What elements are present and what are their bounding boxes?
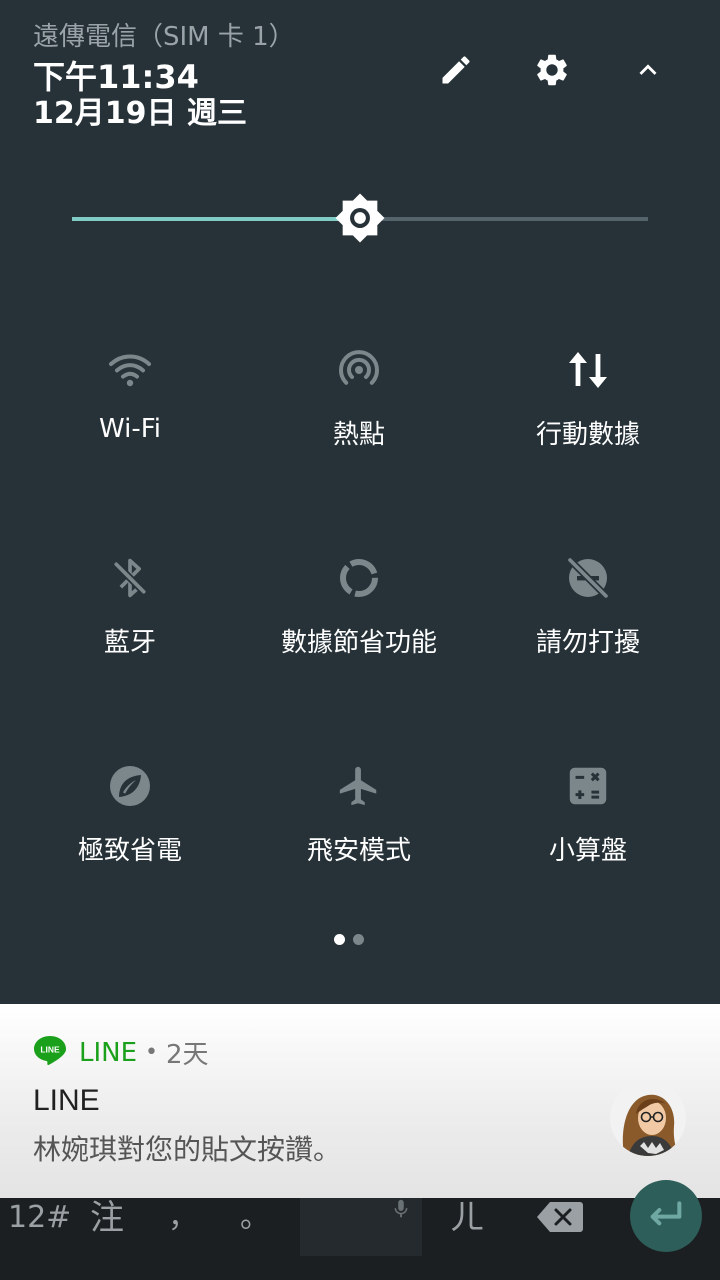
collapse-button[interactable] <box>624 48 672 96</box>
tile-do-not-disturb-label: 請勿打擾 <box>535 628 640 658</box>
tile-airplane-mode[interactable]: 飛安模式 <box>239 736 479 886</box>
enter-icon <box>646 1198 686 1236</box>
key-space[interactable] <box>300 1198 422 1256</box>
calculator-icon <box>562 760 614 812</box>
tile-battery-saver[interactable]: 極致省電 <box>10 736 250 886</box>
key-period[interactable]: 。 <box>240 1198 270 1238</box>
key-symbols[interactable]: 12# <box>8 1198 71 1238</box>
chevron-up-icon <box>631 53 665 91</box>
tile-mobile-data-label: 行動數據 <box>535 420 640 450</box>
tile-wifi-label: Wi-Fi <box>98 414 162 444</box>
key-er[interactable]: ㄦ <box>450 1198 484 1238</box>
line-logo-text: LINE <box>40 1044 60 1054</box>
tile-mobile-data[interactable]: 行動數據 <box>468 320 708 470</box>
edit-button[interactable] <box>432 48 480 96</box>
data-saver-icon <box>333 552 385 604</box>
bluetooth-off-icon <box>104 552 156 604</box>
brightness-slider-fill <box>72 217 360 221</box>
line-logo-icon: LINE <box>33 1035 67 1071</box>
notification-separator: • <box>145 1040 159 1065</box>
key-comma[interactable]: ， <box>168 1198 198 1238</box>
date[interactable]: 12月19日 週三 <box>33 88 247 132</box>
notification-app-name: LINE <box>79 1037 138 1068</box>
settings-icon <box>533 51 571 93</box>
page-dot <box>353 934 364 945</box>
notification-time: 2天 <box>166 1040 209 1070</box>
backspace-icon[interactable] <box>536 1200 584 1238</box>
tile-calculator[interactable]: 小算盤 <box>468 736 708 886</box>
brightness-icon <box>334 192 386 248</box>
keyboard-peek: 12# 注 ， 。 ㄦ <box>0 1180 720 1280</box>
hotspot-icon <box>333 344 385 396</box>
tile-calculator-label: 小算盤 <box>548 836 627 866</box>
tile-hotspot[interactable]: 熱點 <box>239 320 479 470</box>
enter-button[interactable] <box>630 1180 702 1252</box>
settings-button[interactable] <box>528 48 576 96</box>
microphone-icon <box>390 1198 412 1224</box>
key-zhuyin[interactable]: 注 <box>90 1198 124 1238</box>
tile-do-not-disturb[interactable]: 請勿打擾 <box>468 528 708 678</box>
notification-text: 林婉琪對您的貼文按讚。 <box>33 1133 342 1166</box>
mobile-data-icon <box>562 344 614 396</box>
airplane-icon <box>333 760 385 812</box>
tile-bluetooth-label: 藍牙 <box>103 628 156 658</box>
tile-hotspot-label: 熱點 <box>332 420 385 450</box>
quick-settings-panel: 遠傳電信（SIM 卡 1） 下午11:34 12月19日 週三 Wi-Fi 熱點… <box>0 0 720 1004</box>
tile-battery-saver-label: 極致省電 <box>77 836 182 866</box>
avatar <box>610 1080 686 1156</box>
tile-airplane-mode-label: 飛安模式 <box>306 836 411 866</box>
edit-icon <box>438 52 474 92</box>
line-notification[interactable]: LINE LINE • 2天 LINE 林婉琪對您的貼文按讚。 <box>0 1004 720 1198</box>
tile-data-saver-label: 數據節省功能 <box>280 628 437 658</box>
tile-bluetooth[interactable]: 藍牙 <box>10 528 250 678</box>
page-indicator[interactable] <box>334 934 364 945</box>
do-not-disturb-icon <box>562 552 614 604</box>
wifi-icon <box>104 344 156 396</box>
notification-header: LINE LINE • 2天 <box>33 1034 209 1071</box>
carrier-label: 遠傳電信（SIM 卡 1） <box>33 22 295 52</box>
tile-wifi[interactable]: Wi-Fi <box>10 320 250 470</box>
tile-data-saver[interactable]: 數據節省功能 <box>239 528 479 678</box>
page-dot-active <box>334 934 345 945</box>
brightness-thumb[interactable] <box>334 192 386 248</box>
notification-title: LINE <box>33 1084 100 1117</box>
battery-saver-icon <box>104 760 156 812</box>
